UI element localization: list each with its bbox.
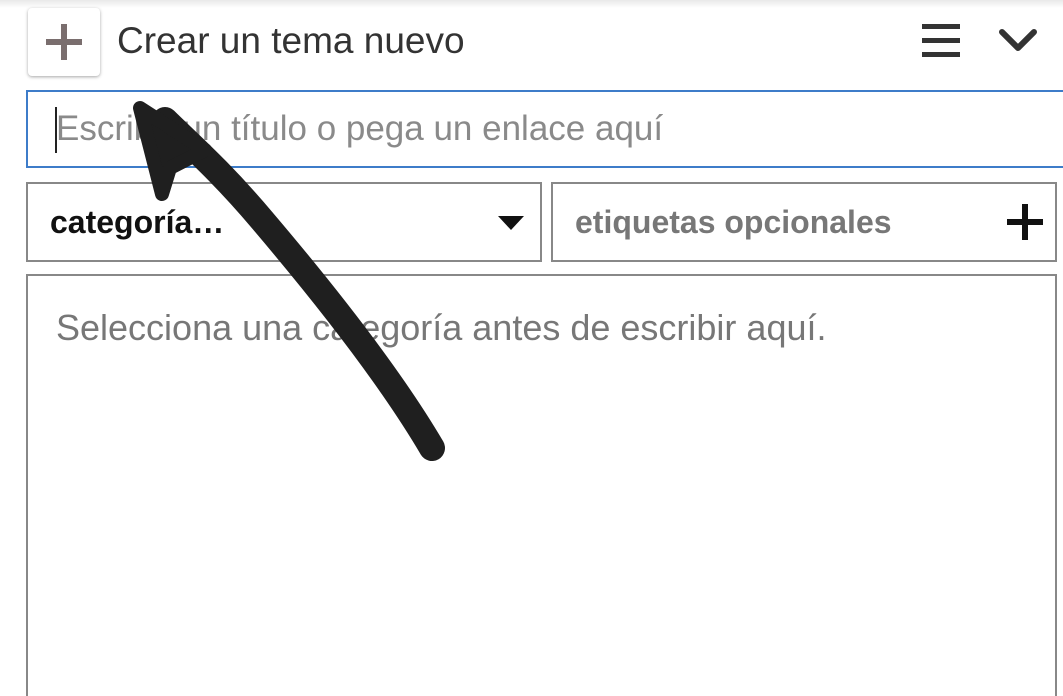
new-topic-button[interactable] <box>28 8 100 76</box>
category-dropdown[interactable]: categoría… <box>26 182 542 262</box>
composer-header: Crear un tema nuevo <box>0 0 1063 86</box>
editor-placeholder: Selecciona una categoría antes de escrib… <box>56 307 827 348</box>
plus-icon <box>46 24 82 60</box>
tags-input[interactable]: etiquetas opcionales <box>551 182 1057 262</box>
chevron-down-icon[interactable] <box>998 26 1038 54</box>
post-editor[interactable]: Selecciona una categoría antes de escrib… <box>26 274 1057 696</box>
title-input[interactable] <box>26 90 1063 168</box>
tags-placeholder: etiquetas opcionales <box>575 204 892 240</box>
category-selected-value: categoría… <box>50 204 225 240</box>
composer-title: Crear un tema nuevo <box>117 20 465 61</box>
plus-icon[interactable] <box>1007 204 1043 240</box>
hamburger-menu-icon[interactable] <box>922 24 960 58</box>
text-cursor <box>55 107 57 153</box>
caret-down-icon <box>498 216 524 230</box>
